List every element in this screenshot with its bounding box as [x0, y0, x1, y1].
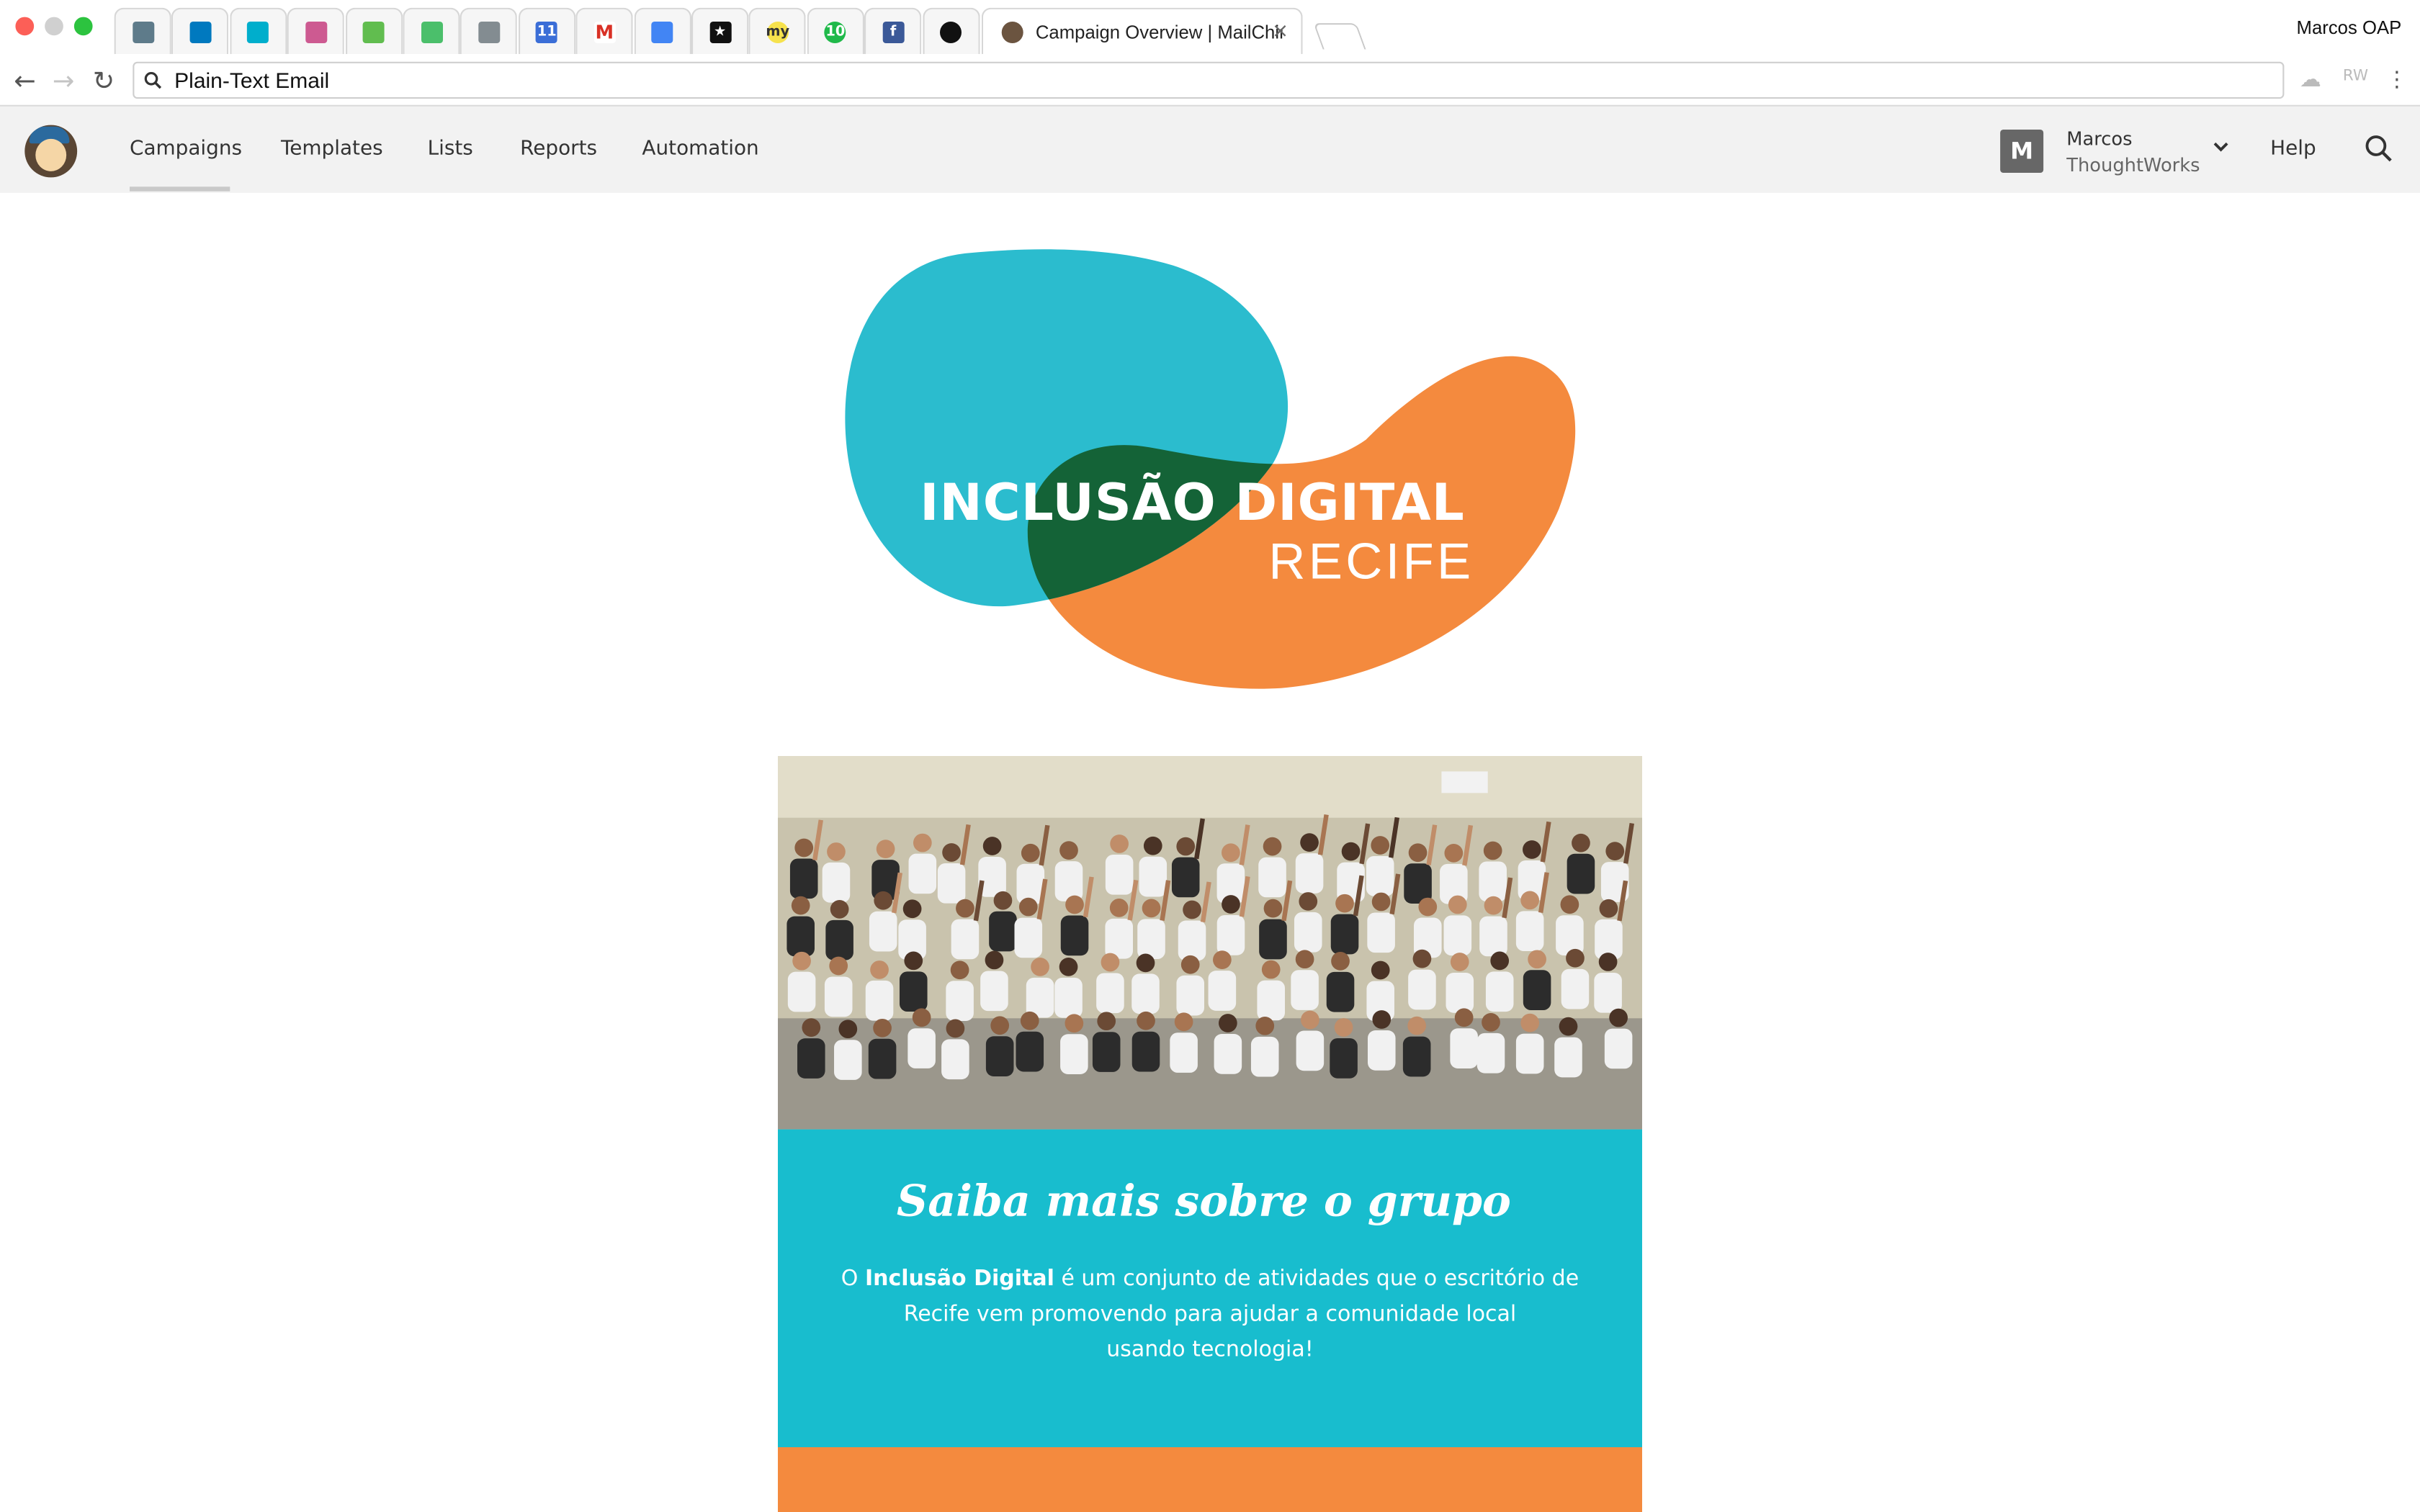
facebook-icon: f	[882, 20, 905, 42]
active-tab[interactable]: Campaign Overview | MailChimp ×	[981, 7, 1303, 54]
user-name[interactable]: Marcos	[2066, 128, 2132, 150]
orange-section	[778, 1446, 1642, 1512]
inclusao-digital-logo	[845, 249, 1576, 689]
pinned-tab[interactable]: ●	[922, 7, 980, 54]
help-link[interactable]: Help	[2270, 138, 2316, 161]
minimize-window-button[interactable]	[45, 17, 63, 36]
close-tab-icon[interactable]: ×	[1272, 20, 1289, 43]
body-line2: Recife vem promovendo para ajudar a comu…	[903, 1302, 1517, 1327]
address-input[interactable]	[171, 66, 2184, 94]
pinned-tab[interactable]	[345, 7, 403, 54]
pinned-tab[interactable]	[114, 7, 171, 54]
about-group-section: Saiba mais sobre o grupo O Inclusão Digi…	[778, 1129, 1642, 1447]
new-tab-button[interactable]	[1313, 23, 1366, 50]
pinned-tab[interactable]	[403, 7, 460, 54]
pinned-tab[interactable]	[171, 7, 229, 54]
github-icon: ●	[940, 20, 962, 42]
star-app-icon: ★	[709, 20, 731, 42]
counter-badge-icon: 10	[824, 20, 846, 42]
user-organization[interactable]: ThoughtWorks	[2066, 154, 2200, 176]
pinned-tab[interactable]	[633, 7, 691, 54]
forward-arrow-icon[interactable]: →	[53, 66, 75, 97]
browser-profile-name[interactable]: Marcos OAP	[2297, 17, 2402, 39]
hero-subtitle: RECIFE	[1268, 532, 1474, 590]
reload-icon[interactable]: ↻	[93, 66, 115, 97]
chevron-down-icon[interactable]	[2213, 138, 2228, 158]
body-prefix: O	[841, 1266, 865, 1292]
extension-rw-icon[interactable]: RW	[2343, 68, 2368, 85]
trello-icon	[362, 20, 385, 42]
trello-board-icon	[132, 20, 154, 42]
pinned-tab[interactable]: ★	[691, 7, 749, 54]
browser-menu-icon[interactable]: ⋮	[2386, 68, 2408, 92]
close-window-button[interactable]	[15, 17, 35, 36]
group-photo-image	[778, 756, 1642, 1130]
active-tab-title: Campaign Overview | MailChimp	[1035, 20, 1283, 42]
trello-icon	[189, 20, 212, 42]
address-bar[interactable]	[133, 61, 2285, 99]
hero-title: INCLUSÃO DIGITAL	[920, 472, 1465, 533]
trello-icon	[247, 20, 269, 42]
pinned-tab[interactable]	[460, 7, 518, 54]
trello-icon	[478, 20, 501, 42]
mailchimp-nav: Campaigns Templates Lists Reports Automa…	[0, 106, 2420, 193]
pinned-tab[interactable]: my	[749, 7, 807, 54]
pinned-tab[interactable]: M	[575, 7, 633, 54]
body-line1: é um conjunto de atividades que o escrit…	[1054, 1266, 1579, 1292]
body-line3: usando tecnologia!	[1106, 1337, 1314, 1363]
trello-icon	[305, 20, 327, 42]
back-arrow-icon[interactable]: ←	[14, 66, 36, 97]
pinned-tab[interactable]: 10	[807, 7, 864, 54]
pinned-tab[interactable]	[287, 7, 345, 54]
my-app-icon: my	[766, 20, 789, 42]
nav-campaigns[interactable]: Campaigns	[130, 138, 242, 161]
calendar-icon: 11	[536, 20, 558, 42]
active-nav-indicator	[130, 186, 230, 192]
search-icon	[144, 71, 162, 89]
inbox-icon	[651, 20, 673, 42]
mailchimp-favicon-icon	[1001, 20, 1023, 42]
browser-toolbar: ← → ↻ ☁ RW ⋮	[0, 58, 2420, 107]
avatar[interactable]: M	[2000, 130, 2044, 173]
mailchimp-logo-icon[interactable]	[24, 125, 78, 178]
section-body: O Inclusão Digital é um conjunto de ativ…	[824, 1262, 1595, 1369]
nav-reports[interactable]: Reports	[520, 138, 597, 161]
pinned-tab[interactable]	[229, 7, 287, 54]
nav-lists[interactable]: Lists	[428, 138, 473, 161]
gmail-icon: M	[593, 20, 616, 42]
browser-tab-strip: 11 M ★ my 10 f ● Campaign Overview | MailChimp…	[0, 0, 2420, 59]
pinned-tab[interactable]: 11	[518, 7, 575, 54]
extension-cloud-icon[interactable]: ☁	[2300, 68, 2321, 92]
body-bold: Inclusão Digital	[864, 1266, 1054, 1292]
nav-automation[interactable]: Automation	[642, 138, 758, 161]
trello-icon	[420, 20, 442, 42]
section-title: Saiba mais sobre o grupo	[896, 1175, 1511, 1227]
pinned-tab[interactable]: f	[864, 7, 922, 54]
nav-templates[interactable]: Templates	[281, 138, 383, 161]
search-icon[interactable]	[2365, 134, 2393, 162]
zoom-window-button[interactable]	[73, 17, 93, 36]
